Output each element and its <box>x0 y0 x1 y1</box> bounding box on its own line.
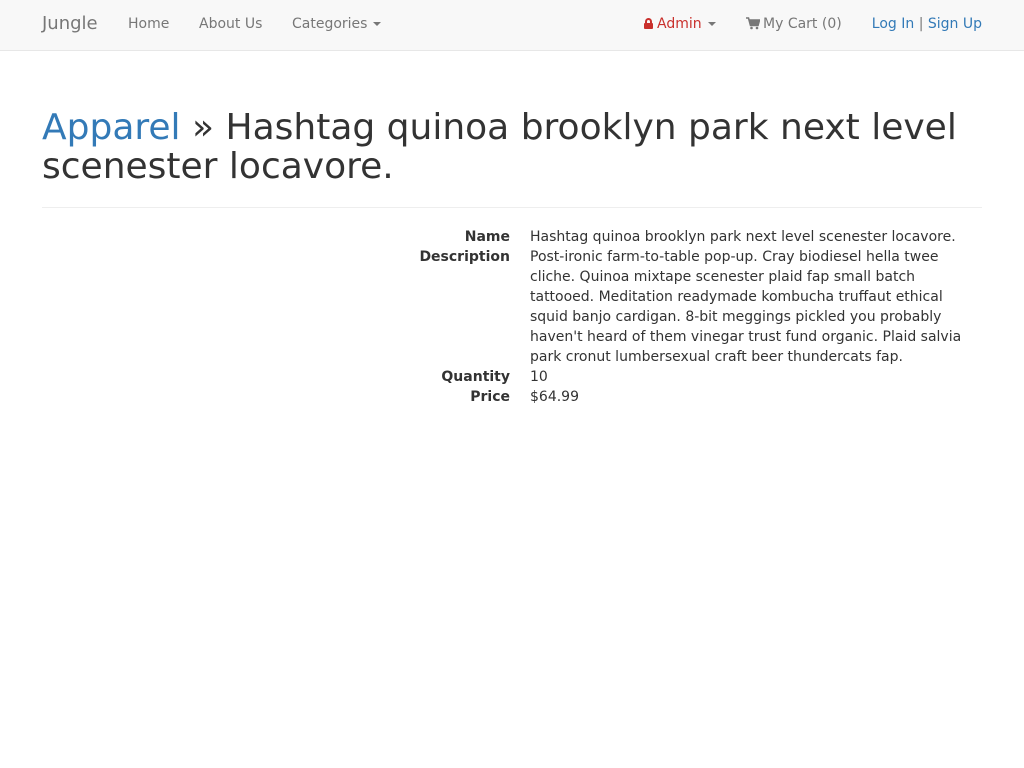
category-breadcrumb-link[interactable]: Apparel <box>42 107 181 148</box>
login-link[interactable]: Log In <box>872 16 914 32</box>
detail-row-quantity: Quantity 10 <box>42 367 982 387</box>
cart-link[interactable]: My Cart (0) <box>746 15 842 33</box>
price-value: $64.99 <box>530 389 579 405</box>
page-title: Apparel » Hashtag quinoa brooklyn park n… <box>42 108 982 186</box>
description-label: Description <box>419 249 510 265</box>
breadcrumb-separator: » <box>192 107 215 148</box>
admin-label: Admin <box>657 16 702 32</box>
name-label: Name <box>464 229 510 245</box>
cart-label: My Cart (0) <box>763 16 842 32</box>
signup-link[interactable]: Sign Up <box>928 16 982 32</box>
name-value: Hashtag quinoa brooklyn park next level … <box>530 229 956 245</box>
shopping-cart-icon <box>746 17 760 30</box>
price-label: Price <box>470 389 510 405</box>
detail-row-price: Price $64.99 <box>42 387 982 407</box>
categories-label: Categories <box>292 16 368 32</box>
admin-dropdown[interactable]: Admin <box>644 15 716 33</box>
quantity-value: 10 <box>530 369 548 385</box>
categories-dropdown[interactable]: Categories <box>292 15 382 33</box>
quantity-label: Quantity <box>441 369 510 385</box>
header-divider <box>42 207 982 208</box>
auth-links: Log In | Sign Up <box>872 15 982 33</box>
caret-down-icon <box>373 22 382 26</box>
description-value: Post-ironic farm-to-table pop-up. Cray b… <box>530 249 962 365</box>
lock-icon <box>644 18 653 29</box>
nav-home-link[interactable]: Home <box>128 15 169 33</box>
caret-down-icon <box>707 22 716 26</box>
auth-separator: | <box>918 16 924 32</box>
product-details: Name Hashtag quinoa brooklyn park next l… <box>42 227 982 407</box>
detail-row-description: Description Post-ironic farm-to-table po… <box>42 247 982 367</box>
navbar: Jungle Home About Us Categories Admin My… <box>0 0 1024 51</box>
nav-about-link[interactable]: About Us <box>199 15 262 33</box>
brand-link[interactable]: Jungle <box>42 13 98 35</box>
detail-row-name: Name Hashtag quinoa brooklyn park next l… <box>42 227 982 247</box>
